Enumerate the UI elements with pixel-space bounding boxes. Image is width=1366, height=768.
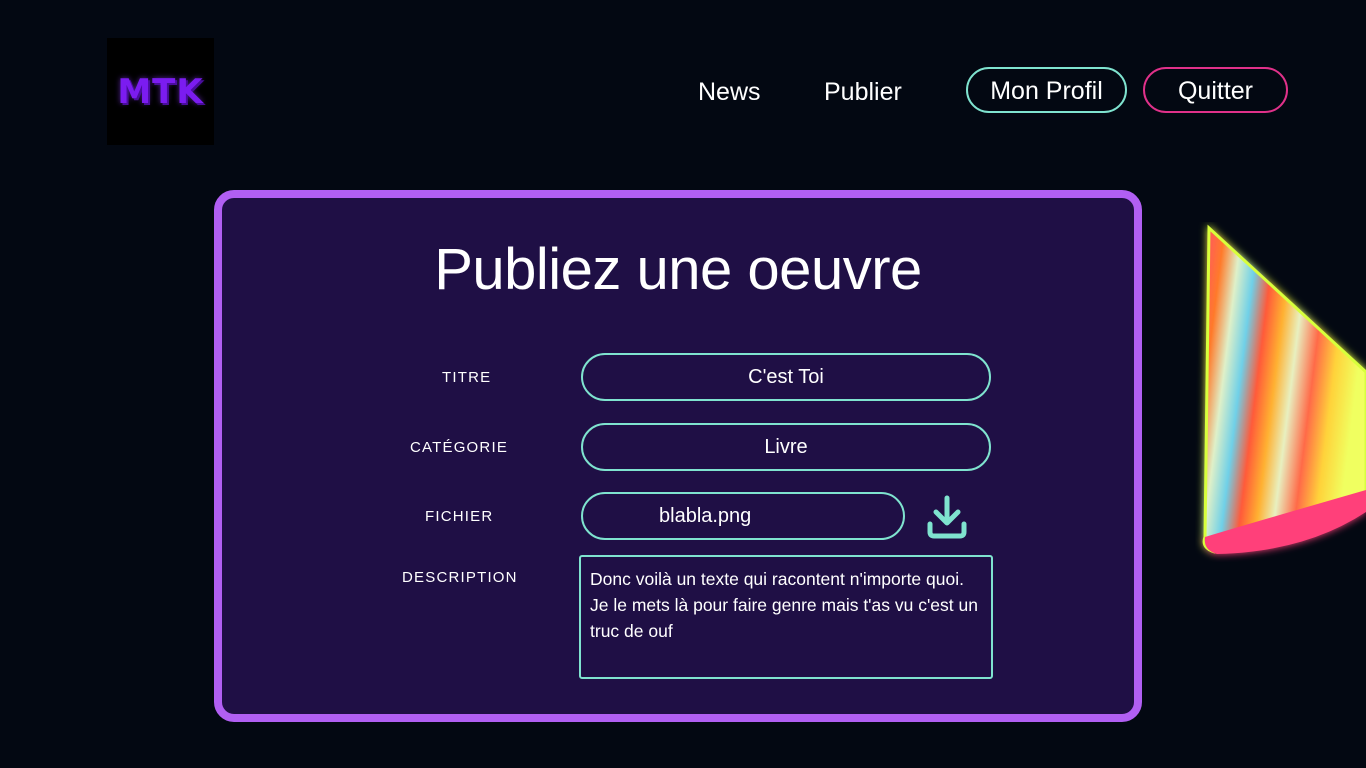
titre-value: C'est Toi xyxy=(748,366,824,388)
titre-input[interactable]: C'est Toi xyxy=(581,353,991,401)
categorie-input[interactable]: Livre xyxy=(581,423,991,471)
titre-label: TITRE xyxy=(442,369,492,386)
nav-news-link[interactable]: News xyxy=(698,74,761,110)
page-title: Publiez une oeuvre xyxy=(434,237,922,302)
quitter-button[interactable]: Quitter xyxy=(1143,67,1288,113)
download-icon[interactable] xyxy=(926,495,968,541)
logo[interactable]: MTK xyxy=(107,38,214,145)
fichier-value: blabla.png xyxy=(659,505,752,527)
party-hat-decoration xyxy=(1202,224,1366,554)
publish-form-card: Publiez une oeuvre TITRE C'est Toi CATÉG… xyxy=(214,190,1142,722)
logo-text: MTK xyxy=(117,71,204,112)
description-label: DESCRIPTION xyxy=(402,569,518,586)
categorie-label: CATÉGORIE xyxy=(410,439,509,456)
page: MTK News Publier Mon Profil Quitter Publ… xyxy=(0,0,1366,768)
fichier-label: FICHIER xyxy=(425,508,494,525)
nav-publier-link[interactable]: Publier xyxy=(824,74,902,110)
categorie-value: Livre xyxy=(764,436,808,458)
fichier-input[interactable]: blabla.png xyxy=(581,492,905,540)
description-textarea[interactable]: Donc voilà un texte qui racontent n'impo… xyxy=(579,555,993,679)
mon-profil-button[interactable]: Mon Profil xyxy=(966,67,1127,113)
